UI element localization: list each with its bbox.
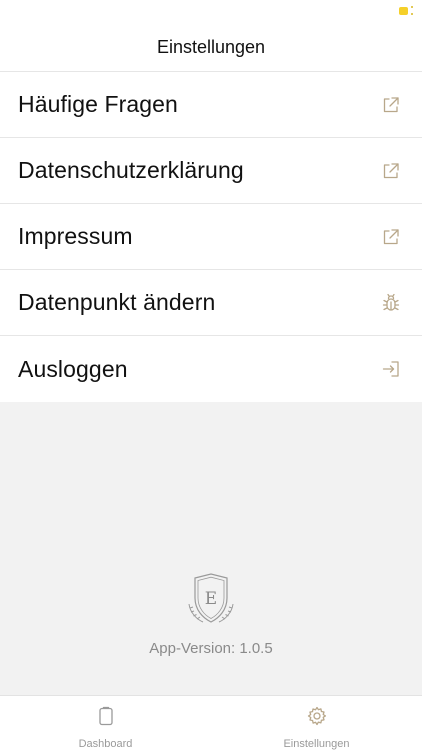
gear-icon — [306, 705, 328, 732]
app-version-label: App-Version: 1.0.5 — [149, 640, 273, 657]
app-logo: E — [181, 572, 241, 628]
tab-bar: Dashboard Einstellungen — [0, 695, 422, 750]
battery-icon — [399, 7, 408, 15]
navigation-bar: Einstellungen — [0, 24, 422, 72]
signal-icon — [411, 6, 414, 15]
clipboard-icon — [95, 705, 117, 732]
logout-icon — [380, 358, 402, 380]
menu-item-imprint[interactable]: Impressum — [0, 204, 422, 270]
menu-item-label: Ausloggen — [18, 355, 128, 382]
external-link-icon — [380, 94, 402, 116]
tab-settings[interactable]: Einstellungen — [211, 696, 422, 750]
tab-label: Dashboard — [78, 738, 133, 750]
menu-item-faq[interactable]: Häufige Fragen — [0, 72, 422, 138]
bug-icon — [380, 292, 402, 314]
tab-label: Einstellungen — [283, 738, 350, 750]
tab-dashboard[interactable]: Dashboard — [0, 696, 211, 750]
menu-item-change-datapoint[interactable]: Datenpunkt ändern — [0, 270, 422, 336]
menu-item-label: Datenpunkt ändern — [18, 289, 216, 315]
menu-item-label: Impressum — [18, 223, 133, 249]
settings-menu: Häufige Fragen Datenschutzerklärung Impr… — [0, 72, 422, 402]
page-title: Einstellungen — [156, 37, 266, 57]
menu-item-logout[interactable]: Ausloggen — [0, 336, 422, 402]
menu-item-label: Datenschutzerklärung — [18, 157, 244, 183]
svg-text:E: E — [205, 589, 217, 609]
status-bar — [0, 0, 422, 24]
external-link-icon — [380, 226, 402, 248]
external-link-icon — [380, 160, 402, 182]
menu-item-privacy[interactable]: Datenschutzerklärung — [0, 138, 422, 204]
menu-item-label: Häufige Fragen — [18, 91, 178, 117]
